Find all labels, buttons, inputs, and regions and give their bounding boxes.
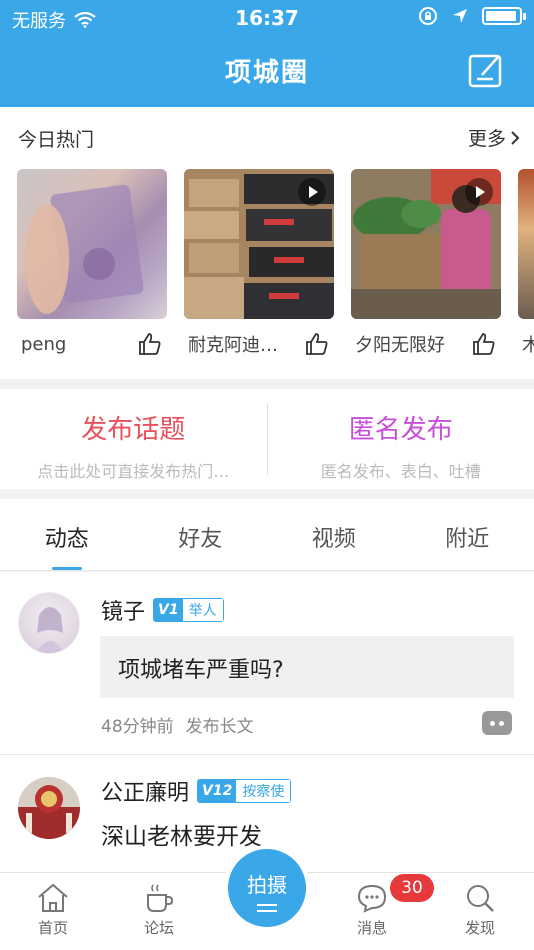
- author-name[interactable]: 镜子: [101, 594, 145, 626]
- avatar[interactable]: [18, 777, 80, 839]
- rank-label: 举人: [182, 599, 223, 621]
- publish-row: 发布话题 点击此处可直接发布热门… 匿名发布 匿名发布、表白、吐槽: [0, 389, 534, 489]
- rank-label: 按察使: [236, 780, 291, 802]
- publish-topic-title: 发布话题: [81, 415, 186, 445]
- avatar-figure-image: [36, 607, 64, 653]
- menu-lines-icon: [257, 904, 277, 912]
- post-meta: 48分钟前 发布长文: [101, 712, 254, 737]
- battery-fill: [486, 11, 517, 21]
- avatar-building-image: [18, 777, 80, 839]
- tab-friends[interactable]: 好友: [134, 499, 268, 570]
- card-thumbnail: [184, 169, 334, 319]
- hot-title: 今日热门: [18, 129, 95, 151]
- play-icon: [298, 178, 326, 206]
- tab-messages-label: 消息: [356, 919, 387, 937]
- home-icon: [38, 883, 68, 912]
- card-label: 夕阳无限好: [355, 335, 445, 356]
- avatar[interactable]: [18, 592, 80, 654]
- card-label: 木: [522, 335, 534, 356]
- compose-icon[interactable]: [468, 52, 504, 88]
- page-title: 项城圈: [224, 58, 309, 88]
- tab-discover[interactable]: 发现: [440, 879, 520, 938]
- card-footer: 夕阳无限好: [351, 331, 501, 357]
- anonymous-publish-button[interactable]: 匿名发布 匿名发布、表白、吐槽: [268, 389, 534, 489]
- post-content[interactable]: 深山老林要开发: [101, 817, 262, 851]
- shoot-label: 拍摄: [247, 873, 287, 897]
- message-bubble-icon: [357, 884, 387, 913]
- more-label: 更多: [467, 128, 506, 150]
- hot-section: 今日热门 更多 peng 耐克阿迪… 夕阳无限好 木: [0, 107, 534, 379]
- post-author: 公正廉明 V12 按察使: [101, 775, 292, 807]
- hot-card[interactable]: 木: [518, 169, 534, 357]
- message-count-badge: 30: [390, 874, 434, 902]
- level-label: V12: [198, 780, 237, 802]
- post-time: 48分钟前: [101, 717, 174, 737]
- author-name[interactable]: 公正廉明: [101, 775, 189, 807]
- tab-forum-label: 论坛: [143, 919, 174, 937]
- thumbs-up-icon[interactable]: [471, 331, 497, 357]
- publish-topic-button[interactable]: 发布话题 点击此处可直接发布热门…: [0, 389, 267, 489]
- app-screen: 无服务 16:37 项城圈 今日热门 更多 peng 耐克阿迪… 夕阳无限好 木…: [0, 0, 534, 950]
- rotation-lock-icon: [419, 7, 437, 25]
- thumbs-up-icon[interactable]: [304, 331, 330, 357]
- tab-home-label: 首页: [37, 919, 68, 937]
- comment-icon[interactable]: [482, 711, 512, 735]
- status-right: [418, 6, 526, 26]
- chevron-right-icon: [511, 130, 520, 145]
- thumbs-up-icon[interactable]: [137, 331, 163, 357]
- card-thumbnail: [518, 169, 534, 319]
- card-footer: peng: [17, 331, 167, 357]
- anonymous-publish-subtitle: 匿名发布、表白、吐槽: [320, 462, 481, 481]
- tab-discover-label: 发现: [464, 919, 495, 937]
- card-footer: 耐克阿迪…: [184, 331, 334, 357]
- hot-card[interactable]: 耐克阿迪…: [184, 169, 334, 357]
- tab-activity[interactable]: 动态: [0, 499, 134, 570]
- battery-icon: [482, 7, 526, 25]
- hot-cards: peng 耐克阿迪… 夕阳无限好 木: [17, 169, 534, 357]
- card-thumbnail: [17, 169, 167, 319]
- tab-forum[interactable]: 论坛: [119, 879, 199, 938]
- tab-nearby[interactable]: 附近: [401, 499, 534, 570]
- card-footer: 木: [518, 331, 534, 357]
- tab-video[interactable]: 视频: [267, 499, 401, 570]
- post-author: 镜子 V1 举人: [101, 594, 224, 626]
- status-bar: 无服务 16:37: [0, 0, 534, 36]
- hot-card[interactable]: 夕阳无限好: [351, 169, 501, 357]
- tab-home[interactable]: 首页: [13, 879, 93, 938]
- anonymous-publish-title: 匿名发布: [348, 415, 453, 445]
- feed-tabs: 动态 好友 视频 附近: [0, 499, 534, 571]
- coffee-cup-icon: [147, 884, 174, 912]
- post-action: 发布长文: [185, 717, 254, 737]
- publish-topic-subtitle: 点击此处可直接发布热门…: [37, 462, 230, 481]
- header: 无服务 16:37 项城圈: [0, 0, 534, 107]
- banknote-image: [25, 184, 144, 314]
- play-icon: [465, 178, 493, 206]
- card-label: 耐克阿迪…: [188, 335, 278, 356]
- level-label: V1: [154, 599, 183, 621]
- feed-post[interactable]: 镜子 V1 举人 项城堵车严重吗? 48分钟前 发布长文: [0, 572, 534, 755]
- card-label: peng: [21, 333, 67, 355]
- card-thumbnail: [351, 169, 501, 319]
- level-badge: V1 举人: [153, 598, 224, 622]
- post-content[interactable]: 项城堵车严重吗?: [100, 636, 514, 698]
- level-badge: V12 按察使: [197, 779, 292, 803]
- hot-card[interactable]: peng: [17, 169, 167, 357]
- shoot-button[interactable]: 拍摄: [224, 845, 310, 931]
- location-icon: [453, 9, 467, 23]
- feed-list: 镜子 V1 举人 项城堵车严重吗? 48分钟前 发布长文 公正廉明 V12 按察…: [0, 572, 534, 872]
- more-link[interactable]: 更多: [468, 124, 520, 151]
- search-icon: [467, 885, 494, 912]
